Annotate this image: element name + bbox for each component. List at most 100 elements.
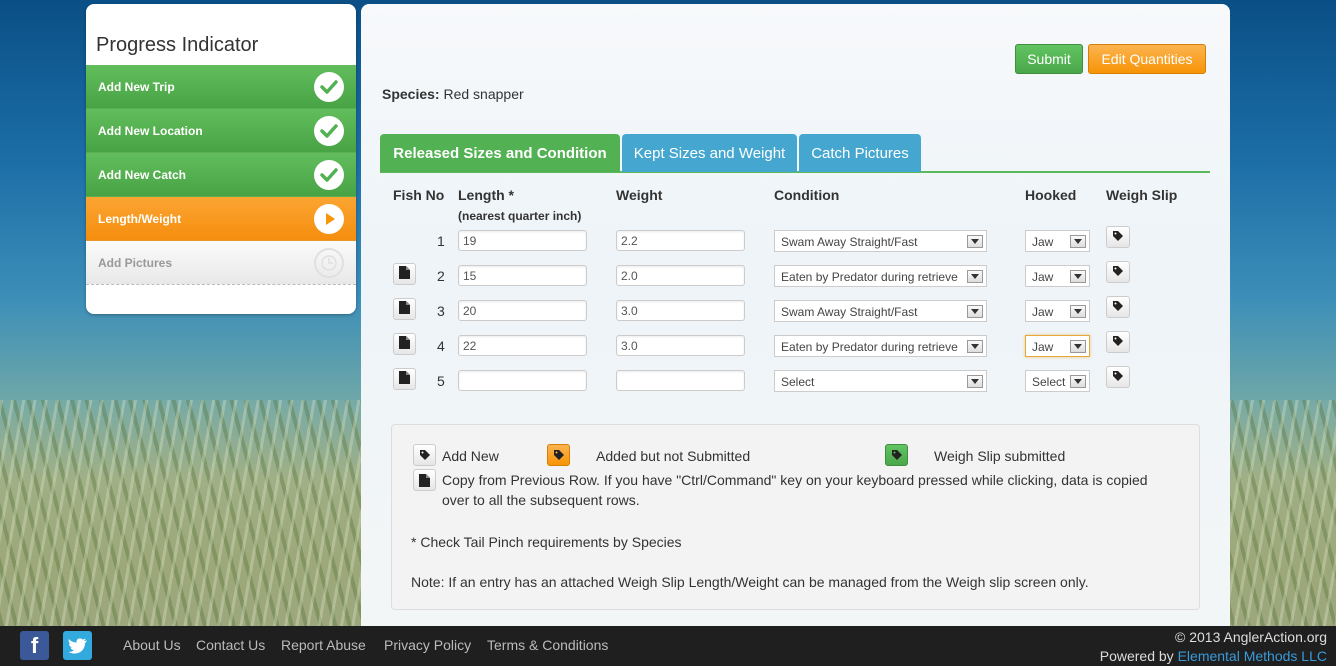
check-icon [314, 71, 344, 102]
powered-by: Powered by Elemental Methods LLC [1100, 648, 1327, 664]
tab-catch-pictures[interactable]: Catch Pictures [799, 134, 921, 172]
header-fish-no: Fish No [393, 187, 445, 203]
hooked-value: Jaw [1032, 270, 1054, 284]
hooked-select[interactable]: Select [1025, 370, 1090, 392]
step-label: Add New Trip [98, 79, 175, 94]
copy-icon [413, 469, 436, 491]
condition-select[interactable]: Swam Away Straight/Fast [774, 300, 987, 322]
edit-quantities-button[interactable]: Edit Quantities [1088, 44, 1206, 74]
footer-link-terms[interactable]: Terms & Conditions [487, 637, 608, 653]
tag-icon [1112, 264, 1124, 280]
tail-pinch-note: * Check Tail Pinch requirements by Speci… [411, 534, 682, 550]
powered-by-label: Powered by [1099, 648, 1174, 664]
clock-icon [314, 247, 344, 278]
length-input[interactable] [458, 370, 587, 391]
weigh-slip-tag-button[interactable] [1106, 261, 1130, 283]
weigh-slip-tag-button[interactable] [1106, 226, 1130, 248]
hooked-value: Jaw [1032, 340, 1054, 354]
step-add-new-trip[interactable]: Add New Trip [86, 65, 356, 109]
weigh-slip-note: Note: If an entry has an attached Weigh … [411, 574, 1089, 590]
condition-select[interactable]: Eaten by Predator during retrieve [774, 265, 987, 287]
hooked-select[interactable]: Jaw [1025, 265, 1090, 287]
length-input[interactable]: 22 [458, 335, 587, 356]
progress-indicator-title: Progress Indicator [96, 34, 259, 56]
length-input[interactable]: 15 [458, 265, 587, 286]
footer-link-report-abuse[interactable]: Report Abuse [281, 637, 366, 653]
copy-previous-row-button[interactable] [393, 298, 416, 320]
footer: f About Us Contact Us Report Abuse Priva… [0, 626, 1336, 666]
tag-icon [1112, 299, 1124, 315]
table-row: 4 22 3.0 Eaten by Predator during retrie… [361, 331, 1230, 357]
step-length-weight[interactable]: Length/Weight [86, 197, 356, 241]
step-add-pictures[interactable]: Add Pictures [86, 241, 356, 285]
length-input[interactable]: 20 [458, 300, 587, 321]
dropdown-arrow-icon [1070, 235, 1086, 248]
twitter-icon[interactable] [63, 631, 92, 660]
weight-input[interactable]: 2.2 [616, 230, 745, 251]
step-add-new-location[interactable]: Add New Location [86, 109, 356, 153]
step-add-new-catch[interactable]: Add New Catch [86, 153, 356, 197]
condition-select[interactable]: Select [774, 370, 987, 392]
dropdown-arrow-icon [967, 340, 983, 353]
legend-box: Add New Added but not Submitted Weigh Sl… [391, 424, 1200, 610]
legend-weigh-slip-submitted: Weigh Slip submitted [934, 448, 1066, 464]
play-icon [314, 203, 344, 234]
weight-input[interactable] [616, 370, 745, 391]
table-row: 5 Select Select [361, 366, 1230, 392]
condition-value: Eaten by Predator during retrieve [781, 270, 958, 284]
fish-number: 1 [437, 233, 445, 249]
footer-link-privacy[interactable]: Privacy Policy [384, 637, 471, 653]
main-panel: Submit Edit Quantities Species: Red snap… [361, 4, 1230, 626]
hooked-select[interactable]: Jaw [1025, 230, 1090, 252]
length-input[interactable]: 19 [458, 230, 587, 251]
hooked-value: Jaw [1032, 235, 1054, 249]
copy-icon [399, 371, 410, 387]
copy-previous-row-button[interactable] [393, 263, 416, 285]
condition-value: Swam Away Straight/Fast [781, 305, 918, 319]
legend-add-new: Add New [442, 448, 499, 464]
copy-icon [399, 266, 410, 282]
weigh-slip-tag-button[interactable] [1106, 366, 1130, 388]
weigh-slip-tag-button[interactable] [1106, 296, 1130, 318]
hooked-select[interactable]: Jaw [1025, 300, 1090, 322]
copy-previous-row-button[interactable] [393, 333, 416, 355]
hooked-value: Jaw [1032, 305, 1054, 319]
legend-added-not-submitted: Added but not Submitted [596, 448, 751, 464]
dropdown-arrow-icon [1070, 270, 1086, 283]
fish-number: 3 [437, 303, 445, 319]
header-weigh-slip: Weigh Slip [1106, 187, 1178, 203]
powered-by-link[interactable]: Elemental Methods LLC [1178, 648, 1327, 664]
condition-value: Select [781, 375, 815, 389]
footer-link-contact[interactable]: Contact Us [196, 637, 265, 653]
hooked-select[interactable]: Jaw [1025, 335, 1090, 357]
tab-released-sizes[interactable]: Released Sizes and Condition [380, 134, 620, 172]
hooked-value: Select [1032, 375, 1066, 389]
weight-input[interactable]: 3.0 [616, 335, 745, 356]
condition-select[interactable]: Eaten by Predator during retrieve [774, 335, 987, 357]
copy-icon [399, 336, 410, 352]
tag-icon [1112, 229, 1124, 245]
facebook-icon[interactable]: f [20, 631, 49, 660]
submit-button[interactable]: Submit [1015, 44, 1083, 74]
fish-number: 4 [437, 338, 445, 354]
copy-previous-row-button[interactable] [393, 368, 416, 390]
weigh-slip-tag-button[interactable] [1106, 331, 1130, 353]
legend-copy-line1: Copy from Previous Row. If you have "Ctr… [442, 472, 1148, 488]
condition-select[interactable]: Swam Away Straight/Fast [774, 230, 987, 252]
tab-kept-sizes[interactable]: Kept Sizes and Weight [622, 134, 797, 172]
fish-number: 2 [437, 268, 445, 284]
weight-input[interactable]: 3.0 [616, 300, 745, 321]
species-label: Species: [382, 86, 440, 102]
fish-number: 5 [437, 373, 445, 389]
footer-link-about[interactable]: About Us [123, 637, 181, 653]
legend-copy-line2: over to all the subsequent rows. [442, 492, 640, 508]
tag-icon [1112, 369, 1124, 385]
step-label: Add Pictures [98, 255, 173, 270]
step-label: Add New Location [98, 123, 203, 138]
header-length-sub: (nearest quarter inch) [458, 209, 582, 223]
weight-input[interactable]: 2.0 [616, 265, 745, 286]
check-icon [314, 115, 344, 146]
check-icon [314, 159, 344, 190]
table-row: 1 19 2.2 Swam Away Straight/Fast Jaw [361, 226, 1230, 252]
header-weight: Weight [616, 187, 663, 203]
